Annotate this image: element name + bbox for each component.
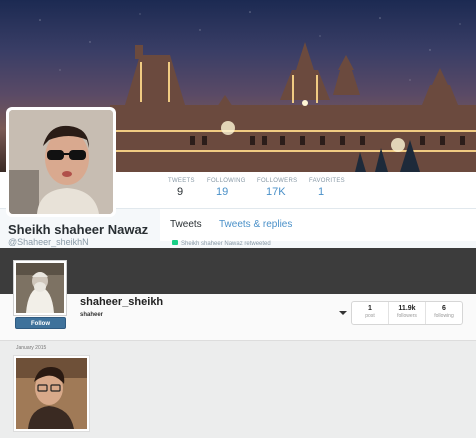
profile-handle[interactable]: @Shaheer_sheikhN — [8, 237, 89, 247]
stat-followers[interactable]: FOLLOWERS 17K — [257, 178, 297, 198]
instagram-username: shaheer_sheikh — [80, 296, 164, 308]
instagram-post-thumbnail[interactable] — [13, 355, 90, 432]
stat-tweets[interactable]: TWEETS 9 — [168, 178, 195, 211]
profile-name: Sheikh shaheer Nawaz — [8, 222, 149, 237]
tab-tweets[interactable]: Tweets — [170, 219, 202, 230]
retweet-text: Sheikh shaheer Nawaz retweeted — [181, 241, 271, 247]
retweet-context: Sheikh shaheer Nawaz retweeted — [172, 240, 271, 247]
twitter-profile: TWEETS 9 FOLLOWING 19 FOLLOWERS 17K FAVO… — [0, 0, 476, 248]
instagram-avatar-photo — [16, 263, 64, 313]
tweets-tabs: Tweets Tweets & replies — [160, 208, 476, 241]
stat-following[interactable]: FOLLOWING 19 — [207, 178, 246, 198]
stat-ig-followers[interactable]: 11.9k followers — [389, 302, 426, 324]
follow-button[interactable]: Follow — [15, 317, 66, 329]
post-photo — [16, 358, 87, 429]
month-label: January 2015 — [16, 345, 47, 351]
stat-posts[interactable]: 1 post — [352, 302, 389, 324]
stat-ig-following[interactable]: 6 following — [426, 302, 462, 324]
retweet-icon — [172, 240, 178, 245]
instagram-header-band — [0, 248, 476, 294]
instagram-stats: 1 post 11.9k followers 6 following — [351, 301, 463, 325]
avatar-photo — [9, 110, 113, 214]
instagram-full-name: shaheer — [80, 312, 104, 318]
profile-avatar[interactable] — [6, 107, 116, 217]
tab-tweets-replies[interactable]: Tweets & replies — [219, 219, 292, 230]
chevron-down-icon[interactable] — [339, 311, 347, 315]
instagram-avatar[interactable] — [13, 260, 67, 316]
stat-favorites[interactable]: FAVORITES 1 — [309, 178, 345, 198]
